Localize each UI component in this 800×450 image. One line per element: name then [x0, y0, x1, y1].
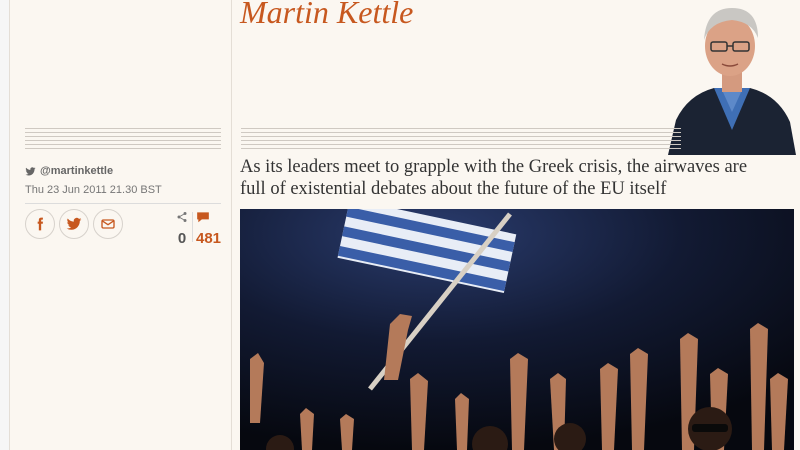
twitter-handle-link[interactable]: @martinkettle — [25, 165, 221, 177]
share-buttons — [25, 209, 123, 239]
email-icon — [101, 219, 115, 229]
share-facebook-button[interactable] — [25, 209, 55, 239]
author-name[interactable]: Martin Kettle — [240, 0, 413, 31]
twitter-icon — [25, 166, 36, 175]
article-hero-image[interactable] — [240, 209, 794, 450]
share-count-value: 0 — [177, 230, 187, 247]
decorative-rule-lines — [241, 128, 681, 152]
share-email-button[interactable] — [93, 209, 123, 239]
decorative-rule-lines — [25, 128, 221, 152]
article-meta: @martinkettle Thu 23 Jun 2011 21.30 BST — [25, 165, 221, 196]
comment-count-value: 481 — [196, 230, 222, 247]
comment-count[interactable]: 481 — [196, 210, 224, 247]
twitter-icon — [66, 217, 82, 230]
publication-date: Thu 23 Jun 2011 21.30 BST — [25, 184, 162, 196]
author-photo — [668, 0, 796, 155]
column-divider — [231, 0, 232, 450]
article-standfirst: As its leaders meet to grapple with the … — [240, 157, 748, 199]
counts-divider — [192, 212, 193, 242]
twitter-handle: @martinkettle — [40, 165, 114, 177]
meta-divider — [25, 203, 221, 204]
share-icon — [177, 212, 187, 222]
comment-icon — [197, 212, 209, 223]
facebook-icon — [37, 217, 43, 231]
share-twitter-button[interactable] — [59, 209, 89, 239]
share-count[interactable]: 0 — [176, 210, 188, 247]
